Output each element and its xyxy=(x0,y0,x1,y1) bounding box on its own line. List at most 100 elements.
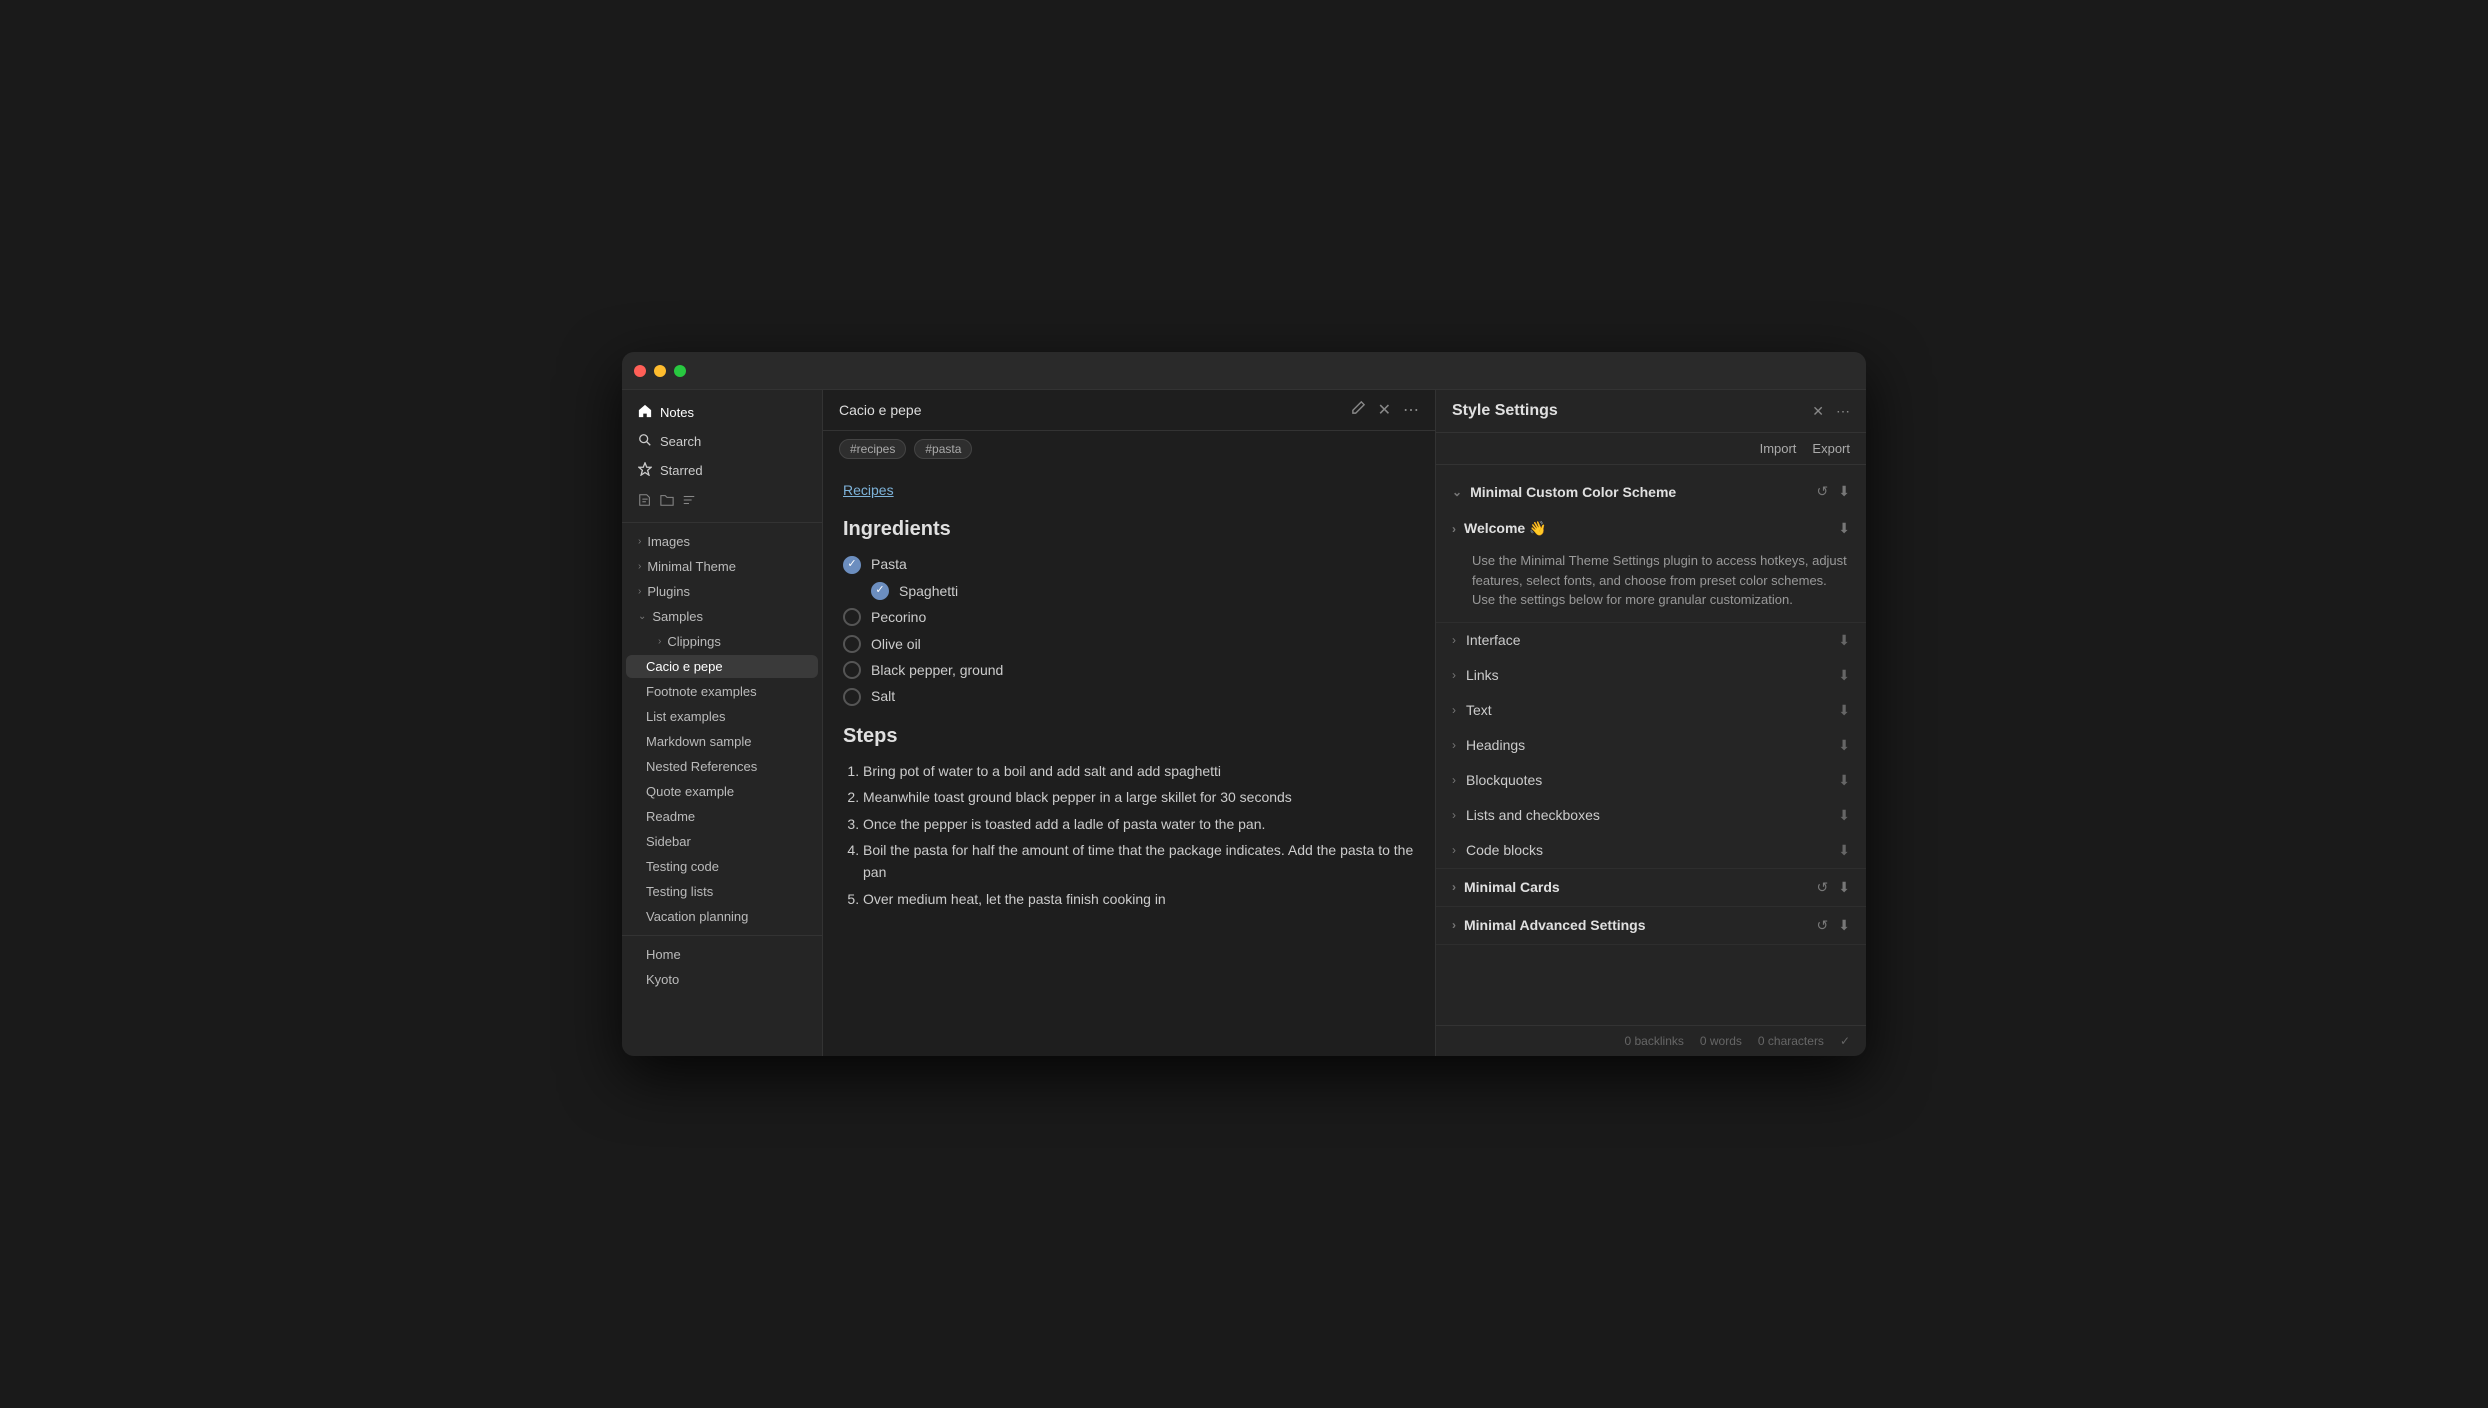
settings-item-blockquotes[interactable]: › Blockquotes ⬇ xyxy=(1436,763,1866,798)
settings-item-interface[interactable]: › Interface ⬇ xyxy=(1436,623,1866,658)
code-item-left: › Code blocks xyxy=(1452,842,1543,858)
settings-item-links[interactable]: › Links ⬇ xyxy=(1436,658,1866,693)
edit-icon[interactable] xyxy=(1351,400,1366,420)
step-3: Once the pepper is toasted add a ladle o… xyxy=(863,813,1415,835)
settings-header: Style Settings ✕ ⋯ xyxy=(1436,390,1866,433)
house-icon xyxy=(638,404,652,421)
sidebar-file-footnote[interactable]: Footnote examples xyxy=(626,680,818,703)
sidebar-file-kyoto[interactable]: Kyoto xyxy=(626,968,818,991)
sidebar-folder-samples[interactable]: ⌄ Samples xyxy=(626,605,818,628)
checklist-item-pepper[interactable]: Black pepper, ground xyxy=(843,659,1415,681)
sidebar-folder-plugins[interactable]: › Plugins xyxy=(626,580,818,603)
advanced-label: Minimal Advanced Settings xyxy=(1464,917,1646,933)
sidebar-file-readme[interactable]: Readme xyxy=(626,805,818,828)
chevron-right-icon: › xyxy=(638,536,641,547)
sidebar-item-starred[interactable]: Starred xyxy=(626,457,818,484)
checklist-item-pecorino[interactable]: Pecorino xyxy=(843,606,1415,628)
settings-more-icon[interactable]: ⋯ xyxy=(1836,403,1850,420)
advanced-section-header[interactable]: › Minimal Advanced Settings ↺ ⬇ xyxy=(1436,907,1866,944)
step-2: Meanwhile toast ground black pepper in a… xyxy=(863,786,1415,808)
download-cards-icon[interactable]: ⬇ xyxy=(1838,879,1850,896)
reset-advanced-icon[interactable]: ↺ xyxy=(1817,917,1829,934)
text-item-left: › Text xyxy=(1452,702,1492,718)
sidebar-file-quote[interactable]: Quote example xyxy=(626,780,818,803)
new-note-icon[interactable] xyxy=(638,493,652,510)
chevron-right-icon: › xyxy=(1452,843,1456,857)
sidebar-file-testing-lists[interactable]: Testing lists xyxy=(626,880,818,903)
sidebar-folder-minimal-theme[interactable]: › Minimal Theme xyxy=(626,555,818,578)
sidebar-file-list-examples[interactable]: List examples xyxy=(626,705,818,728)
traffic-lights xyxy=(634,365,686,377)
download-welcome-icon[interactable]: ⬇ xyxy=(1838,520,1850,537)
download-links-icon[interactable]: ⬇ xyxy=(1838,667,1850,683)
minimize-button[interactable] xyxy=(654,365,666,377)
sidebar-item-notes[interactable]: Notes xyxy=(626,399,818,426)
download-main-icon[interactable]: ⬇ xyxy=(1838,483,1850,500)
testing-code-file-label: Testing code xyxy=(646,859,719,874)
settings-item-lists[interactable]: › Lists and checkboxes ⬇ xyxy=(1436,798,1866,833)
sidebar-file-cacio[interactable]: Cacio e pepe xyxy=(626,655,818,678)
tag-recipes[interactable]: #recipes xyxy=(839,439,906,459)
more-options-icon[interactable]: ⋯ xyxy=(1403,400,1419,420)
import-button[interactable]: Import xyxy=(1760,441,1797,456)
checklist-item-pasta[interactable]: Pasta xyxy=(843,553,1415,575)
checklist-item-salt[interactable]: Salt xyxy=(843,685,1415,707)
settings-main-section-header[interactable]: ⌄ Minimal Custom Color Scheme ↺ ⬇ xyxy=(1436,473,1866,510)
chevron-right-icon: › xyxy=(1452,880,1456,894)
close-button[interactable] xyxy=(634,365,646,377)
recipes-link[interactable]: Recipes xyxy=(843,482,894,498)
clippings-label: Clippings xyxy=(667,634,720,649)
tag-pasta[interactable]: #pasta xyxy=(914,439,972,459)
welcome-actions: ⬇ xyxy=(1838,520,1850,537)
sort-icon[interactable] xyxy=(682,493,696,510)
folder-icon[interactable] xyxy=(660,493,674,510)
maximize-button[interactable] xyxy=(674,365,686,377)
settings-item-headings[interactable]: › Headings ⬇ xyxy=(1436,728,1866,763)
note-area: Cacio e pepe ✕ ⋯ #recipes #pasta Recipes… xyxy=(822,390,1436,1056)
sidebar-file-nested[interactable]: Nested References xyxy=(626,755,818,778)
download-advanced-icon[interactable]: ⬇ xyxy=(1838,917,1850,934)
minimal-theme-folder-label: Minimal Theme xyxy=(647,559,736,574)
settings-item-text[interactable]: › Text ⬇ xyxy=(1436,693,1866,728)
sidebar-file-clippings[interactable]: › Clippings xyxy=(626,630,818,653)
export-button[interactable]: Export xyxy=(1812,441,1850,456)
download-interface-icon[interactable]: ⬇ xyxy=(1838,632,1850,648)
settings-close-icon[interactable]: ✕ xyxy=(1812,403,1824,420)
interface-label: Interface xyxy=(1466,632,1520,648)
checklist-item-oliveoil[interactable]: Olive oil xyxy=(843,633,1415,655)
settings-title: Style Settings xyxy=(1452,402,1558,420)
download-text-icon[interactable]: ⬇ xyxy=(1838,702,1850,718)
chevron-right-icon: › xyxy=(1452,668,1456,682)
blockquotes-item-left: › Blockquotes xyxy=(1452,772,1542,788)
cards-section-header[interactable]: › Minimal Cards ↺ ⬇ xyxy=(1436,869,1866,906)
sidebar-file-home[interactable]: Home xyxy=(626,943,818,966)
reset-main-icon[interactable]: ↺ xyxy=(1817,483,1829,500)
sidebar-file-markdown[interactable]: Markdown sample xyxy=(626,730,818,753)
download-headings-icon[interactable]: ⬇ xyxy=(1838,737,1850,753)
reset-cards-icon[interactable]: ↺ xyxy=(1817,879,1829,896)
chevron-right-icon: › xyxy=(638,586,641,597)
code-actions: ⬇ xyxy=(1838,842,1850,859)
welcome-title-wrapper: › Welcome 👋 xyxy=(1452,520,1547,537)
download-lists-icon[interactable]: ⬇ xyxy=(1838,807,1850,823)
close-note-icon[interactable]: ✕ xyxy=(1378,400,1391,420)
sidebar-file-sidebar[interactable]: Sidebar xyxy=(626,830,818,853)
cards-actions: ↺ ⬇ xyxy=(1817,879,1850,896)
settings-footer: 0 backlinks 0 words 0 characters ✓ xyxy=(1436,1025,1866,1056)
ingredients-heading: Ingredients xyxy=(843,513,1415,545)
sidebar-file-testing-code[interactable]: Testing code xyxy=(626,855,818,878)
download-blockquotes-icon[interactable]: ⬇ xyxy=(1838,772,1850,788)
sidebar-item-search[interactable]: Search xyxy=(626,428,818,455)
download-code-icon[interactable]: ⬇ xyxy=(1838,842,1850,858)
checklist-item-spaghetti[interactable]: Spaghetti xyxy=(871,580,1415,602)
welcome-header[interactable]: › Welcome 👋 ⬇ xyxy=(1436,510,1866,547)
advanced-actions: ↺ ⬇ xyxy=(1817,917,1850,934)
footnote-file-label: Footnote examples xyxy=(646,684,757,699)
sidebar-folder-images[interactable]: › Images xyxy=(626,530,818,553)
step-5: Over medium heat, let the pasta finish c… xyxy=(863,888,1415,910)
interface-actions: ⬇ xyxy=(1838,632,1850,649)
cards-label: Minimal Cards xyxy=(1464,879,1560,895)
sidebar-file-vacation[interactable]: Vacation planning xyxy=(626,905,818,928)
settings-item-code[interactable]: › Code blocks ⬇ xyxy=(1436,833,1866,868)
quote-file-label: Quote example xyxy=(646,784,734,799)
